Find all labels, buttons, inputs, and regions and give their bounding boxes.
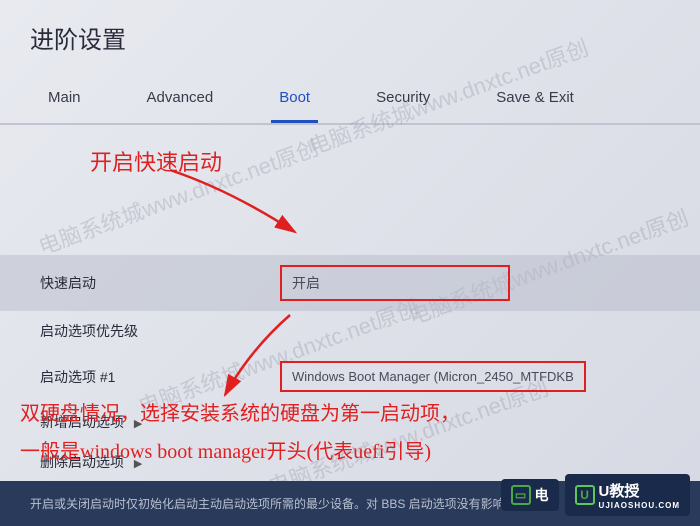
monitor-icon: ▭ [511, 485, 531, 505]
tab-save-exit[interactable]: Save & Exit [488, 75, 582, 123]
page-title: 进阶设置 [0, 0, 700, 65]
fast-boot-value: 开启 [280, 265, 510, 301]
row-fast-boot[interactable]: 快速启动 开启 [0, 255, 700, 311]
badge-ujiaoshou: U U教授 UJIAOSHOU.COM [565, 474, 690, 516]
boot-priority-label: 启动选项优先级 [40, 321, 280, 341]
status-text: 开启或关闭启动时仅初始化启动主动启动选项所需的最少设备。对 BBS 启动选项没有… [30, 495, 517, 512]
annotation-boot-option: 双硬盘情况，选择安装系统的硬盘为第一启动项， 一般是windows boot m… [20, 395, 460, 471]
tab-main[interactable]: Main [40, 75, 89, 123]
fast-boot-label: 快速启动 [40, 273, 280, 293]
u-icon-box: U [575, 485, 595, 505]
boot-option-1-value: Windows Boot Manager (Micron_2450_MTFDKB [280, 361, 586, 392]
badge-dian: ▭ 电 [501, 479, 559, 511]
tab-bar: Main Advanced Boot Security Save & Exit [0, 75, 700, 125]
tab-advanced[interactable]: Advanced [139, 75, 222, 123]
boot-option-1-label: 启动选项 #1 [40, 367, 280, 387]
source-badges: ▭ 电 U U教授 UJIAOSHOU.COM [501, 474, 690, 516]
tab-boot[interactable]: Boot [271, 75, 318, 123]
row-boot-priority: 启动选项优先级 [40, 311, 660, 351]
tab-security[interactable]: Security [368, 75, 438, 123]
